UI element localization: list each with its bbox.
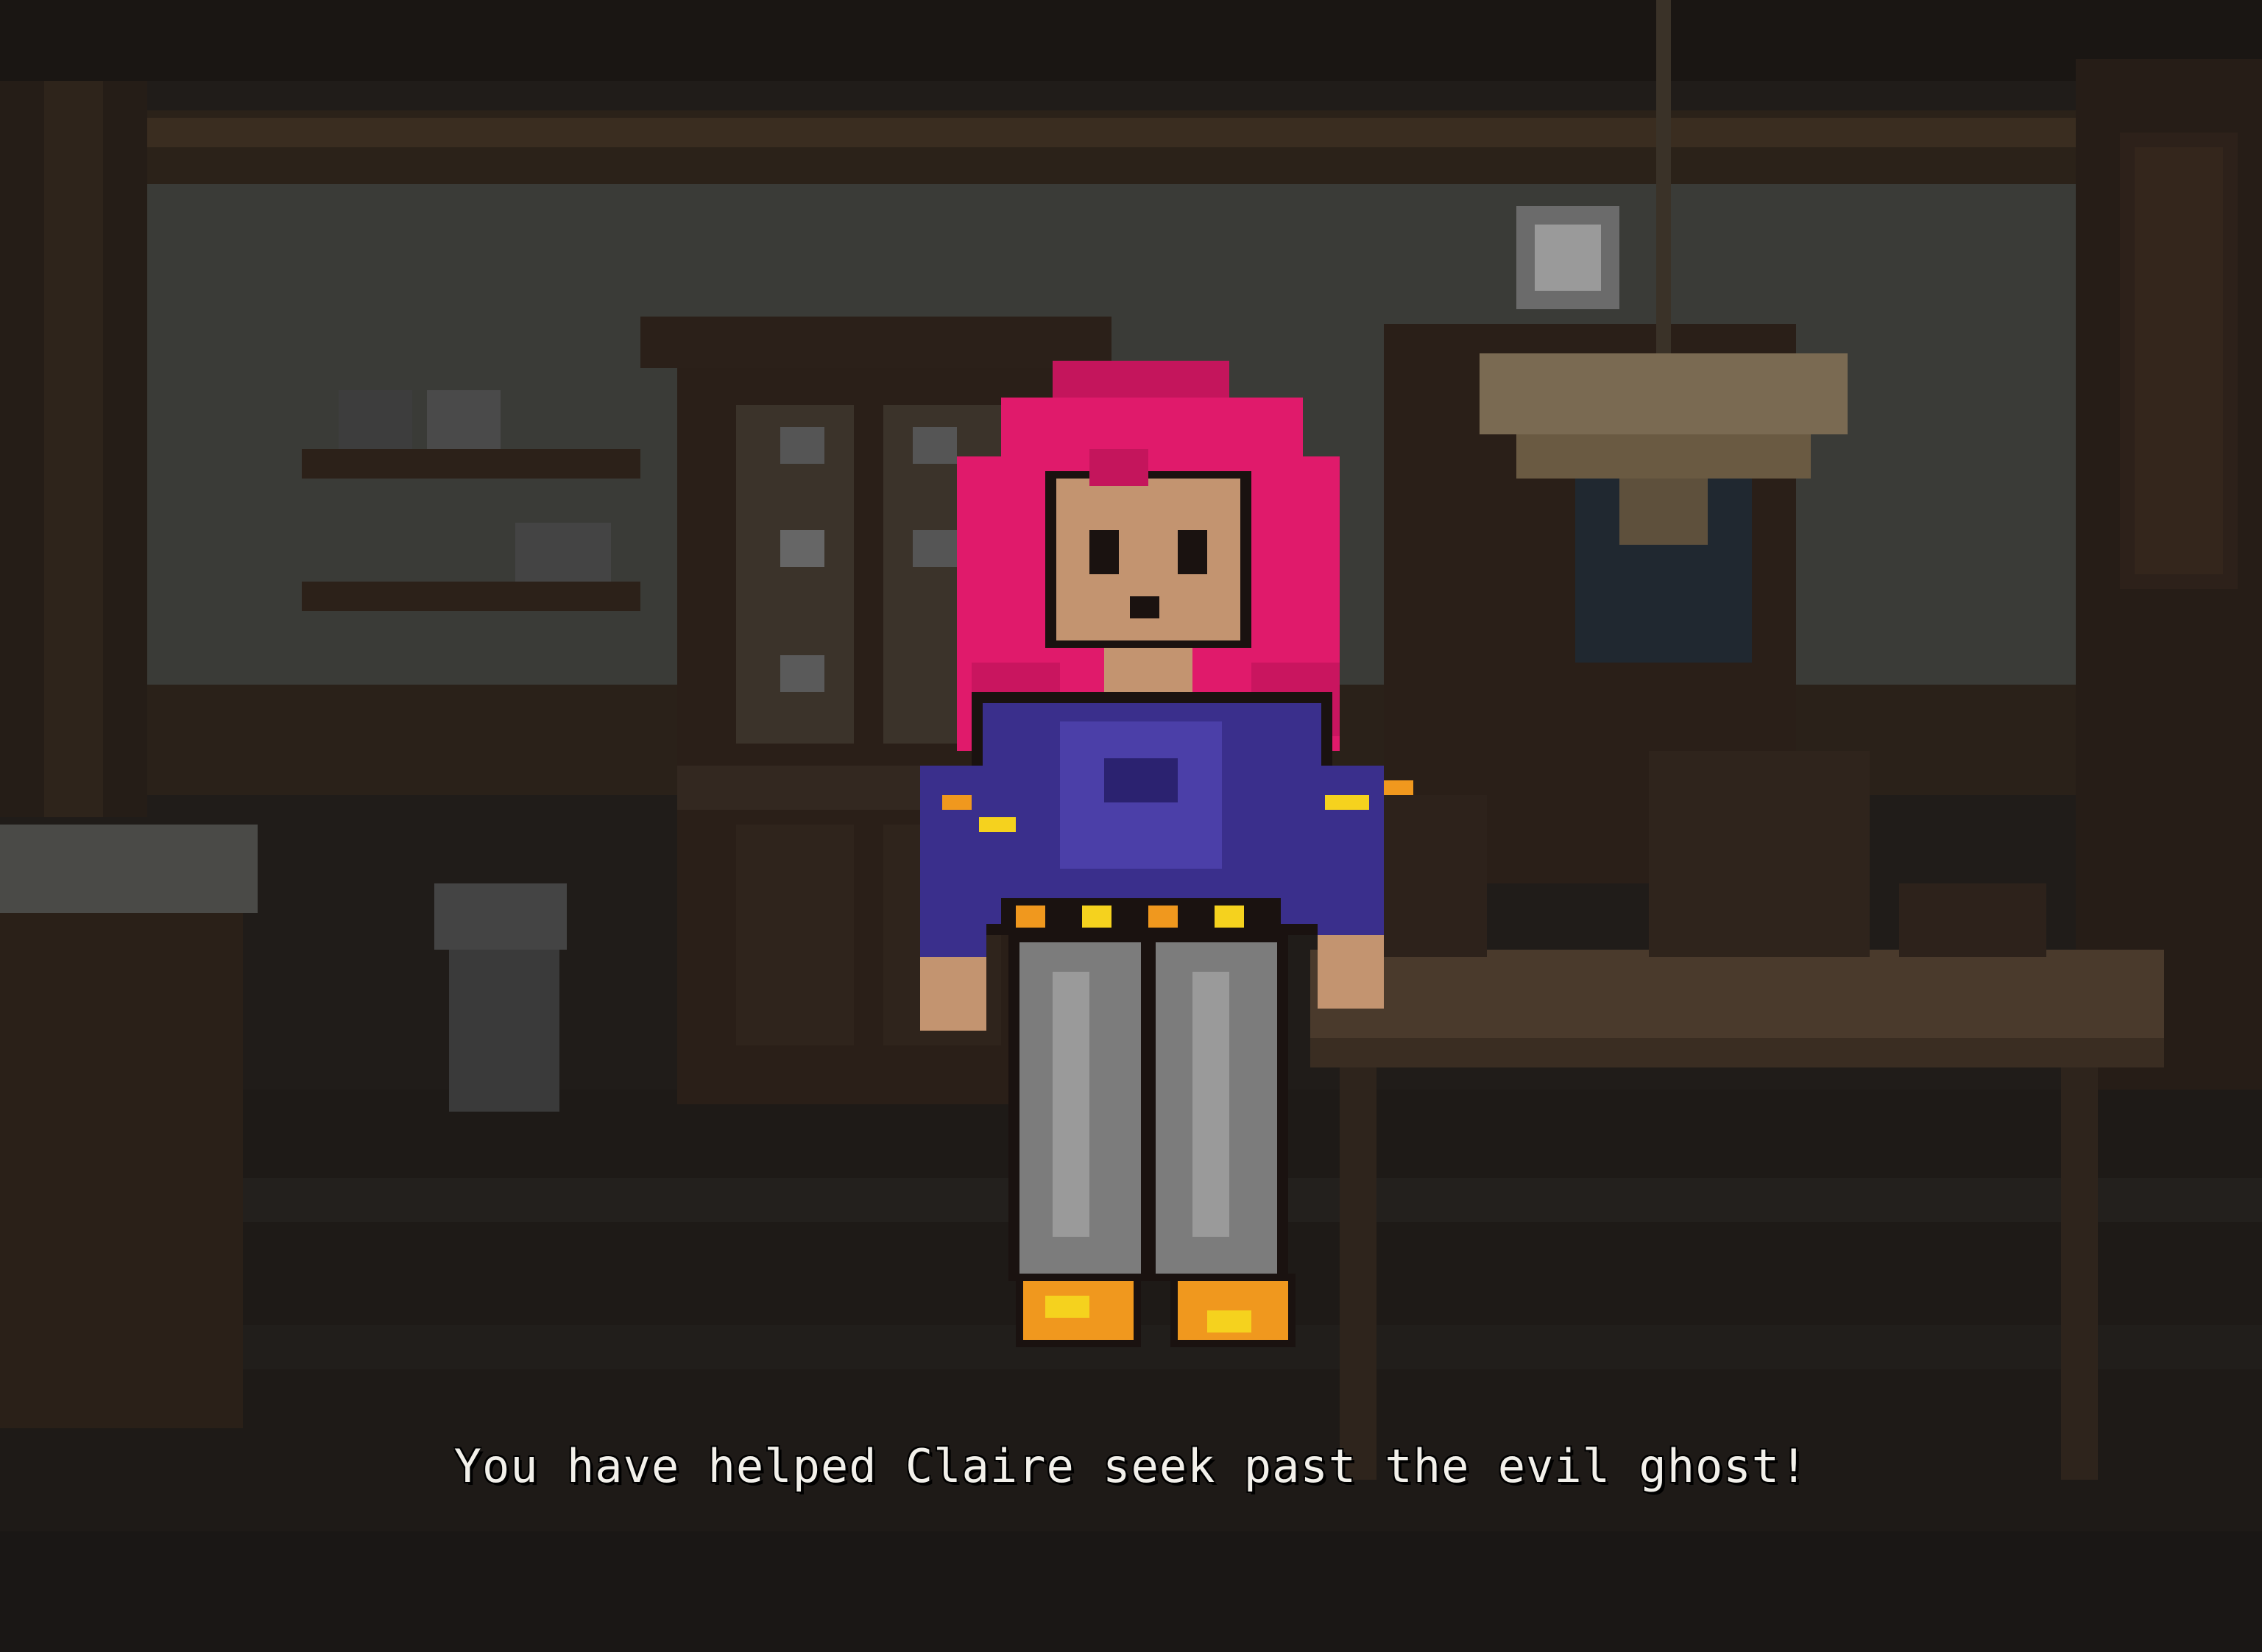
side-table: [0, 825, 258, 1428]
dialogue-caption: You have helped Claire seek past the evi…: [453, 1439, 1809, 1493]
game-scene: [0, 0, 2262, 1652]
urn: [434, 883, 567, 1112]
